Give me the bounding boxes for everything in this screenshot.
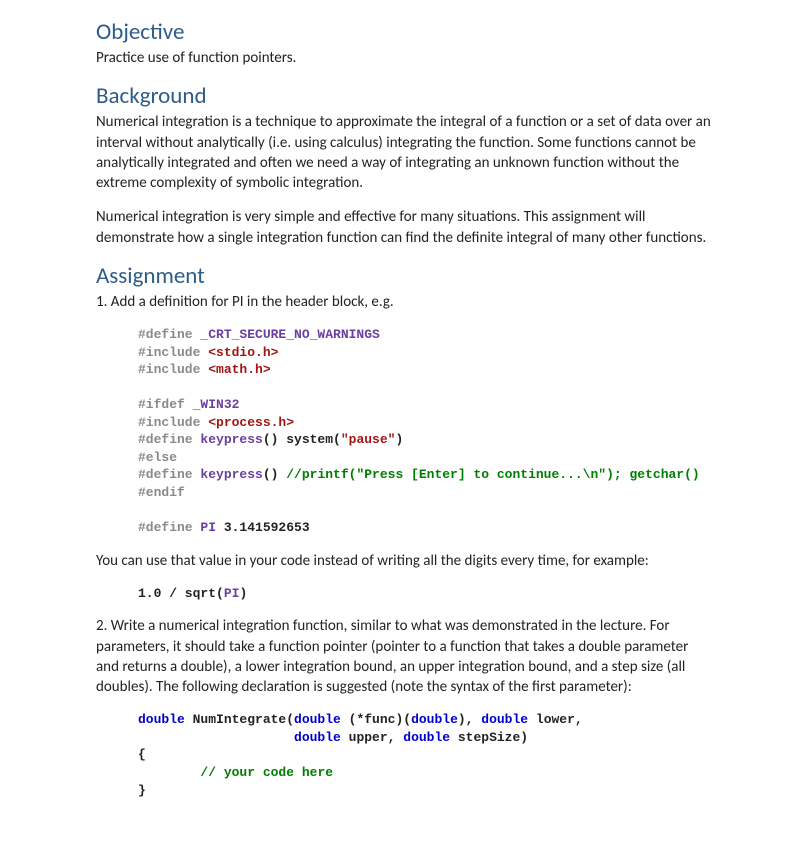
code-token: #else [138,450,177,465]
code-token: //printf("Press [Enter] to continue...\n… [286,467,699,482]
background-heading: Background [96,82,714,110]
code-token [138,765,200,780]
code-token: _CRT_SECURE_NO_WARNINGS [193,327,380,342]
code-token: #define [138,327,193,342]
code-token: / sqrt( [161,586,223,601]
code-token: stepSize) [450,730,528,745]
code-token: #define [138,467,193,482]
code-token: PI [224,586,240,601]
code-token: <math.h> [200,362,270,377]
code-token: #include [138,362,200,377]
objective-text: Practice use of function pointers. [96,48,714,68]
code-block-2: 1.0 / sqrt(PI) [138,585,714,603]
code-token: ) [239,586,247,601]
code-token: { [138,747,146,762]
background-p2: Numerical integration is very simple and… [96,207,714,248]
code-token: double [294,712,341,727]
code-block-3: double NumIntegrate(double (*func)(doubl… [138,711,714,799]
code-token: // your code here [200,765,333,780]
code-token: (*func)( [341,712,411,727]
code-token: #define [138,432,193,447]
code-token: double [411,712,458,727]
code-token: } [138,783,146,798]
background-p1: Numerical integration is a technique to … [96,112,714,193]
code-token: double [481,712,528,727]
code-token: #include [138,415,200,430]
document-page: Objective Practice use of function point… [0,0,806,843]
code-token: _WIN32 [185,397,240,412]
code-token: ) [395,432,403,447]
assignment-step2: 2. Write a numerical integration functio… [96,616,714,697]
code-token: 1.0 [138,586,161,601]
code-token: double [403,730,450,745]
code-token: ), [458,712,481,727]
code-token: () [263,467,286,482]
code-token: #include [138,345,200,360]
objective-heading: Objective [96,18,714,46]
code-token: NumIntegrate( [185,712,294,727]
code-token: 3.141592653 [224,520,310,535]
assignment-heading: Assignment [96,262,714,290]
code-token: <process.h> [200,415,294,430]
code-token: lower, [528,712,583,727]
code-token: () system( [263,432,341,447]
code-token: upper, [341,730,403,745]
code-token: PI [193,520,224,535]
code-token: double [294,730,341,745]
code-block-1: #define _CRT_SECURE_NO_WARNINGS #include… [138,326,714,537]
code-token: #define [138,520,193,535]
code-token: "pause" [341,432,396,447]
assignment-transition: You can use that value in your code inst… [96,551,714,571]
code-token: #ifdef [138,397,185,412]
code-token: keypress [193,467,263,482]
code-token [138,730,294,745]
code-token: keypress [193,432,263,447]
code-token: <stdio.h> [200,345,278,360]
code-token: #endif [138,485,185,500]
assignment-step1: 1. Add a definition for PI in the header… [96,292,714,312]
code-token: double [138,712,185,727]
